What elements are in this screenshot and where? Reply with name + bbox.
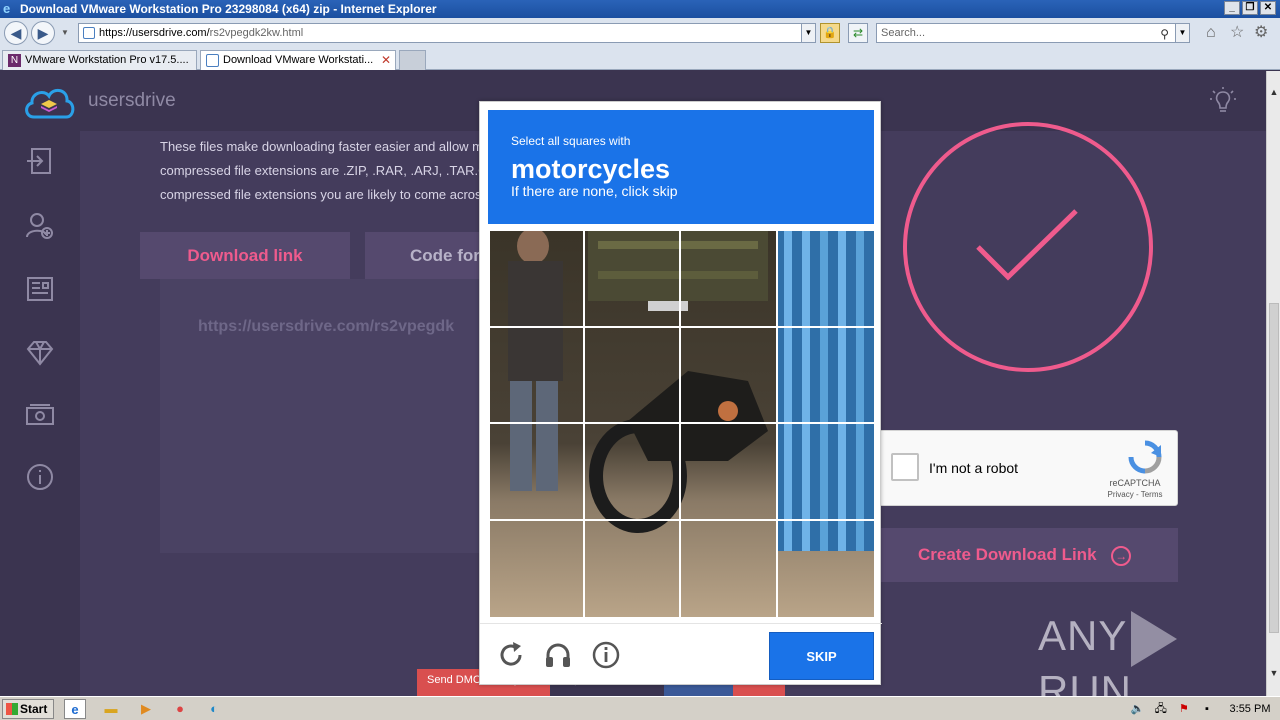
favorites-star-icon[interactable]: ☆	[1230, 24, 1244, 42]
description-line: compressed file extensions you are likel…	[160, 187, 482, 202]
challenge-image-grid[interactable]	[488, 231, 874, 617]
arrow-right-circle-icon: →	[1111, 545, 1132, 566]
navigation-bar: ◀ ▶ ▼ https://usersdrive.com/rs2vpegdk2k…	[0, 18, 1280, 48]
media-player-icon[interactable]: ▶	[135, 699, 157, 719]
scroll-thumb[interactable]	[1269, 303, 1279, 633]
info-icon[interactable]	[24, 461, 56, 493]
news-icon[interactable]	[24, 273, 56, 305]
challenge-target: motorcycles	[511, 154, 671, 184]
search-icon[interactable]: ⚲	[1160, 25, 1169, 43]
info-circle-icon[interactable]	[591, 640, 621, 670]
ie-taskbar-icon[interactable]: e	[64, 699, 86, 719]
lock-icon[interactable]: 🔒	[820, 23, 840, 43]
tab-strip: N VMware Workstation Pro v17.5.... Downl…	[0, 48, 1280, 70]
alert-icon[interactable]: ⚑	[1174, 699, 1194, 719]
explorer-folder-icon[interactable]: ▬	[100, 699, 122, 719]
close-tab-icon[interactable]: ✕	[381, 51, 391, 69]
usersdrive-favicon-icon: N	[8, 54, 21, 67]
site-sidebar	[0, 131, 80, 696]
back-button[interactable]: ◀	[4, 21, 28, 45]
address-dropdown-icon[interactable]: ▼	[801, 24, 815, 42]
diamond-icon[interactable]	[24, 337, 56, 369]
recaptcha-checkbox[interactable]	[891, 453, 919, 481]
recaptcha-label: I'm not a robot	[929, 460, 1019, 476]
restore-button[interactable]: ❐	[1242, 1, 1258, 15]
chrome-icon[interactable]: ●	[169, 699, 191, 719]
recaptcha-challenge-dialog: Select all squares with motorcycles If t…	[479, 101, 882, 686]
challenge-header: Select all squares with motorcycles If t…	[488, 110, 874, 224]
history-dropdown-icon[interactable]: ▼	[61, 28, 69, 37]
search-input[interactable]: Search... ⚲ ▼	[876, 23, 1190, 43]
ie-page-icon	[206, 54, 219, 67]
network-icon[interactable]: 🖧	[1151, 699, 1171, 719]
minimize-button[interactable]: _	[1224, 1, 1240, 15]
recaptcha-widget: I'm not a robot reCAPTCHA Privacy - Term…	[878, 430, 1178, 506]
new-tab-button[interactable]	[399, 50, 426, 70]
file-description: These files make downloading faster easi…	[160, 135, 500, 207]
recaptcha-brand: reCAPTCHA	[1109, 478, 1161, 488]
success-checkmark-icon	[903, 122, 1153, 372]
reload-icon[interactable]	[496, 640, 526, 670]
compat-refresh-icon[interactable]: ⇄	[848, 23, 868, 43]
clock[interactable]: 3:55 PM	[1220, 699, 1280, 719]
windows-taskbar: Start e ▬ ▶ ● ◐ 🔈 🖧 ⚑ ▪ 3:55 PM	[0, 696, 1280, 720]
speaker-icon[interactable]: 🔈	[1128, 699, 1148, 719]
recaptcha-logo-icon	[1128, 440, 1162, 474]
challenge-footer: SKIP	[480, 623, 882, 686]
description-line: These files make downloading faster easi…	[160, 139, 484, 154]
address-bar[interactable]: https://usersdrive.com/rs2vpegdk2kw.html…	[78, 23, 816, 43]
start-label: Start	[20, 702, 48, 716]
add-user-icon[interactable]	[24, 209, 56, 241]
watermark-right: RUN	[1038, 667, 1132, 696]
ie-logo-icon: e	[3, 1, 11, 16]
tab-download-vmware[interactable]: Download VMware Workstati... ✕	[200, 50, 396, 70]
system-tray: 🔈 🖧 ⚑ ▪ 3:55 PM	[1128, 699, 1280, 719]
download-link-text[interactable]: https://usersdrive.com/rs2vpegdk	[198, 318, 488, 336]
page-icon	[83, 27, 95, 39]
usersdrive-logo-icon[interactable]	[22, 83, 76, 121]
windows-flag-icon	[6, 703, 18, 715]
home-icon[interactable]: ⌂	[1206, 24, 1216, 42]
tab-label: VMware Workstation Pro v17.5....	[25, 54, 189, 66]
challenge-hint: If there are none, click skip	[511, 183, 678, 199]
forward-button[interactable]: ▶	[31, 21, 55, 45]
settings-gear-icon[interactable]: ⚙	[1254, 24, 1268, 42]
window-title: Download VMware Workstation Pro 23298084…	[20, 2, 437, 16]
window-title-bar: e Download VMware Workstation Pro 232980…	[0, 0, 1280, 18]
money-icon[interactable]	[24, 399, 56, 431]
scroll-up-icon[interactable]: ▲	[1267, 85, 1280, 99]
flag-tray-icon[interactable]: ▪	[1197, 699, 1217, 719]
edge-icon[interactable]: ◐	[203, 699, 225, 719]
scroll-down-icon[interactable]: ▼	[1267, 666, 1280, 680]
login-icon[interactable]	[24, 145, 56, 177]
address-url-path: rs2vpegdk2kw.html	[209, 27, 304, 39]
challenge-instruction: Select all squares with	[511, 134, 631, 148]
skip-button[interactable]: SKIP	[769, 632, 874, 680]
search-placeholder: Search...	[881, 27, 926, 39]
download-link-tab[interactable]: Download link	[140, 232, 350, 279]
watermark-left: ANY	[1038, 612, 1128, 660]
create-download-link-button[interactable]: Create Download Link →	[878, 528, 1178, 582]
play-triangle-icon	[1131, 611, 1178, 667]
anyrun-watermark: ANY RUN	[1038, 611, 1266, 696]
tab-label: Download VMware Workstati...	[223, 54, 374, 66]
search-dropdown-icon[interactable]: ▼	[1175, 24, 1189, 42]
lightbulb-icon[interactable]	[1210, 87, 1236, 115]
start-button[interactable]: Start	[2, 699, 54, 719]
site-brand[interactable]: usersdrive	[88, 90, 176, 112]
close-window-button[interactable]: ✕	[1260, 1, 1276, 15]
page-scrollbar[interactable]: ▲ ▼	[1266, 71, 1280, 696]
recaptcha-terms-link[interactable]: Privacy - Terms	[1105, 490, 1165, 499]
description-line: compressed file extensions are .ZIP, .RA…	[160, 163, 497, 178]
audio-headphones-icon[interactable]	[543, 640, 573, 670]
tab-vmware-workstation[interactable]: N VMware Workstation Pro v17.5....	[2, 50, 197, 70]
create-link-label: Create Download Link	[918, 545, 1097, 564]
address-url-prefix: https://usersdrive.com/	[99, 27, 210, 39]
